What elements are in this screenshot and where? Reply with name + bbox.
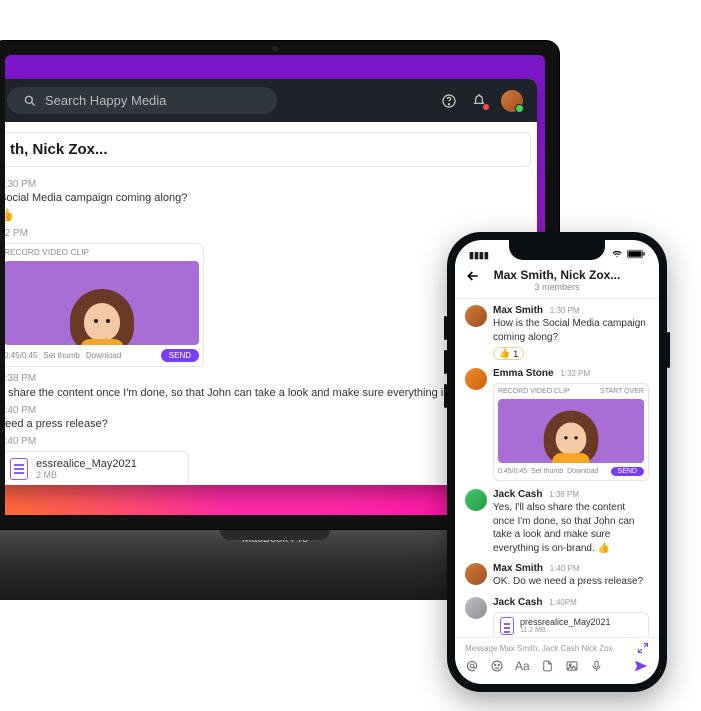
- send-button[interactable]: [633, 658, 649, 674]
- message-author: Jack Cash: [493, 489, 542, 500]
- file-size: 11.2 MB: [520, 627, 611, 634]
- mention-icon[interactable]: [465, 659, 479, 673]
- avatar[interactable]: [465, 305, 487, 327]
- battery-icon: [627, 249, 645, 261]
- message: Jack Cash 1:38 PM Yes, I'll also share t…: [465, 489, 649, 555]
- video-card-title: RECORD VIDEO CLIP: [5, 248, 89, 257]
- message-author: Max Smith: [493, 305, 543, 316]
- video-download[interactable]: Download: [567, 468, 598, 475]
- phone-screen: ▮▮▮▮ 9:41 Max Smith, Nick Zox... 3 membe…: [455, 240, 659, 684]
- file-size: 2 MB: [36, 470, 137, 480]
- phone-frame: ▮▮▮▮ 9:41 Max Smith, Nick Zox... 3 membe…: [447, 232, 667, 692]
- conversation-title[interactable]: Max Smith, Nick Zox...: [455, 268, 659, 282]
- file-attachment[interactable]: pressrealice_May2021 11.2 MB: [493, 612, 649, 638]
- message-text: OK. Do we need a press release?: [493, 575, 649, 589]
- file-name: essrealice_May2021: [36, 458, 137, 470]
- conversation-title: th, Nick Zox...: [10, 141, 108, 158]
- file-icon: [500, 617, 514, 635]
- message-timestamp: 1:40 PM: [550, 564, 580, 573]
- message-timestamp: 32 PM: [5, 228, 531, 239]
- current-user-avatar[interactable]: [501, 90, 523, 112]
- phone-message-list: Max Smith 1:30 PM How is the Social Medi…: [455, 299, 659, 637]
- video-start-over[interactable]: Start over: [600, 388, 644, 395]
- video-send-button[interactable]: SEND: [611, 467, 644, 476]
- file-attachment[interactable]: essrealice_May2021 2 MB: [5, 451, 189, 485]
- phone-composer: Message Max Smith, Jack Cash Nick Zox Aa: [455, 637, 659, 684]
- message-text: Social Media campaign coming along?: [5, 192, 531, 204]
- message-text: Yes, I'll also share the content once I'…: [493, 501, 649, 555]
- help-icon[interactable]: [441, 93, 457, 109]
- message-timestamp: 1:30 PM: [550, 306, 580, 315]
- video-clip-card[interactable]: RECORD VIDEO CLIP 0:45/0:45 Set thumb Do…: [5, 243, 204, 367]
- desktop-topbar: Search Happy Media: [5, 79, 537, 122]
- file-icon: [10, 458, 28, 480]
- message-timestamp: 1:38 PM: [549, 490, 579, 499]
- file-name: pressrealice_May2021: [520, 617, 611, 627]
- search-icon: [23, 94, 37, 108]
- image-icon[interactable]: [565, 659, 579, 673]
- message-author: Jack Cash: [493, 597, 542, 608]
- avatar[interactable]: [465, 563, 487, 585]
- text-format-icon[interactable]: Aa: [515, 659, 530, 673]
- message: Max Smith 1:40 PM OK. Do we need a press…: [465, 563, 649, 589]
- message-timestamp: 1:32 PM: [560, 369, 590, 378]
- avatar[interactable]: [465, 489, 487, 511]
- conversation-header[interactable]: th, Nick Zox...: [5, 132, 531, 167]
- message-timestamp: 1:40PM: [549, 598, 577, 607]
- message-author: Emma Stone: [493, 368, 554, 379]
- microphone-icon[interactable]: [590, 659, 603, 673]
- phone-notch: [509, 240, 605, 260]
- video-card-title: RECORD VIDEO CLIP: [498, 388, 570, 395]
- back-icon[interactable]: [465, 268, 481, 284]
- reaction-thumbs-up[interactable]: 👍: [5, 208, 14, 222]
- emoji-icon[interactable]: [490, 659, 504, 673]
- message-text: How is the Social Media campaign coming …: [493, 317, 649, 344]
- phone-conversation-header: Max Smith, Nick Zox... 3 members: [455, 264, 659, 299]
- signal-icon: ▮▮▮▮: [469, 250, 489, 261]
- wifi-icon: [611, 249, 623, 261]
- video-send-button[interactable]: SEND: [161, 349, 199, 362]
- message-author: Max Smith: [493, 563, 543, 574]
- message: Max Smith 1:30 PM How is the Social Medi…: [465, 305, 649, 360]
- message-timestamp: 1:30 PM: [5, 179, 531, 190]
- reaction-chip[interactable]: 👍 1: [493, 347, 524, 360]
- notifications-icon[interactable]: [471, 93, 487, 109]
- video-duration: 0:45/0:45: [498, 468, 527, 475]
- video-duration: 0:45/0:45: [5, 351, 37, 360]
- video-set-thumb[interactable]: Set thumb: [531, 468, 563, 475]
- laptop-brand-label: MacBook Pro: [242, 533, 308, 545]
- video-set-thumb[interactable]: Set thumb: [43, 351, 79, 360]
- file-attach-icon[interactable]: [541, 659, 554, 673]
- message: Emma Stone 1:32 PM RECORD VIDEO CLIP Sta…: [465, 368, 649, 481]
- video-thumbnail[interactable]: [498, 399, 644, 463]
- avatar[interactable]: [465, 597, 487, 619]
- search-input[interactable]: Search Happy Media: [7, 87, 277, 114]
- search-placeholder: Search Happy Media: [45, 93, 166, 108]
- avatar[interactable]: [465, 368, 487, 390]
- expand-icon[interactable]: [637, 642, 649, 654]
- video-download[interactable]: Download: [86, 351, 122, 360]
- composer-placeholder[interactable]: Message Max Smith, Jack Cash Nick Zox: [465, 644, 613, 653]
- video-clip-card[interactable]: RECORD VIDEO CLIP Start over 0:45/0:45 S…: [493, 383, 649, 481]
- message: Jack Cash 1:40PM pressrealice_May2021 11…: [465, 597, 649, 638]
- conversation-subtitle: 3 members: [455, 282, 659, 292]
- video-thumbnail[interactable]: [5, 261, 199, 345]
